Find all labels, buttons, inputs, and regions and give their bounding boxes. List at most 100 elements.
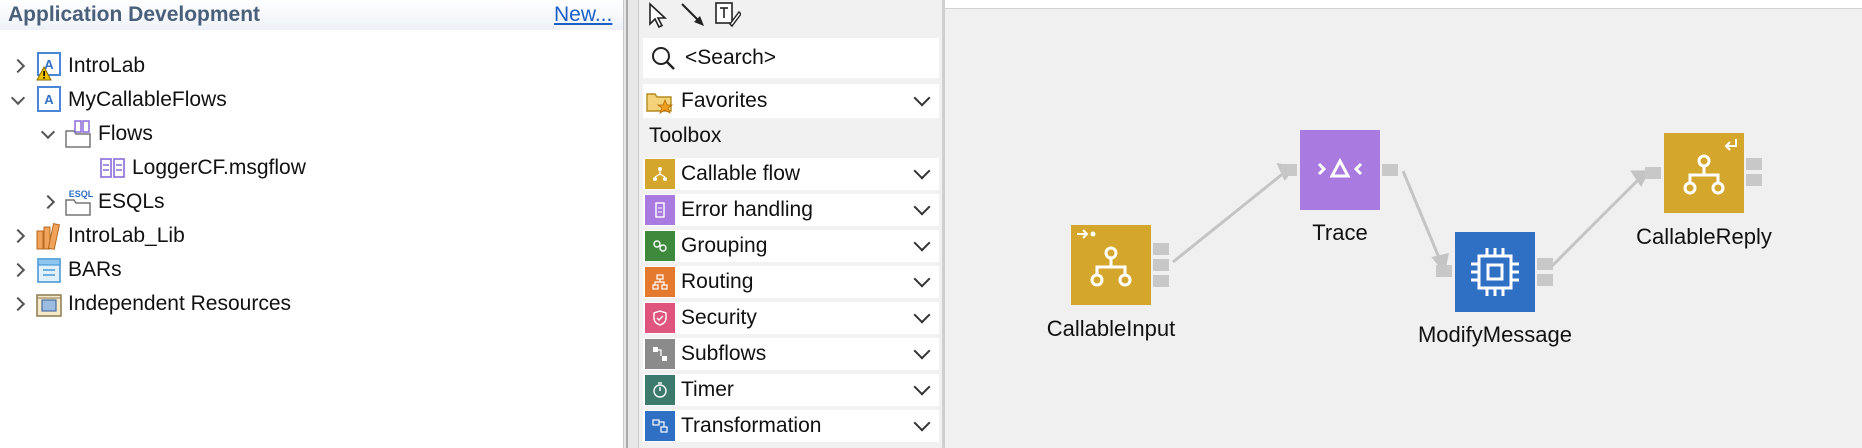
view-header: Application Development New... (0, 0, 623, 30)
palette-search[interactable]: <Search> (643, 38, 939, 78)
tree-item-bars[interactable]: BARs (10, 253, 122, 287)
output-terminal[interactable] (1746, 174, 1762, 186)
chevron-down-icon[interactable] (915, 203, 929, 217)
compute-chip-icon (1471, 248, 1519, 296)
chevron-down-icon[interactable] (915, 167, 929, 181)
node-label: CallableReply (1636, 224, 1772, 249)
drawer-label: Routing (681, 270, 754, 293)
chevron-down-icon[interactable] (915, 94, 929, 108)
drawer-security[interactable]: Security (643, 302, 939, 334)
input-terminal[interactable] (1645, 167, 1661, 179)
expand-chevron-icon[interactable] (10, 58, 26, 74)
select-tool-icon[interactable] (645, 0, 673, 30)
tree-item-label: BARs (68, 258, 122, 281)
search-input[interactable]: <Search> (685, 46, 776, 70)
node-trace[interactable] (1300, 130, 1380, 210)
trace-icon (1317, 157, 1363, 178)
tree-item-flows[interactable]: Flows (40, 117, 153, 151)
drawer-label: Callable flow (681, 162, 801, 185)
favorites-drawer[interactable]: Favorites (643, 84, 939, 118)
node-label: ModifyMessage (1417, 322, 1573, 347)
tree-item-introlab-lib[interactable]: IntroLab_Lib (10, 219, 185, 253)
routing-icon (645, 267, 675, 297)
esql-badge-text: ESQL (69, 189, 94, 199)
output-terminal[interactable] (1153, 275, 1169, 287)
tree-item-independent-resources[interactable]: Independent Resources (10, 287, 291, 321)
esql-folder-icon: ESQL (64, 187, 94, 217)
search-icon (649, 44, 677, 72)
node-label: Trace (1312, 220, 1368, 245)
output-terminal[interactable] (1382, 164, 1398, 176)
drawer-transformation[interactable]: Transformation (643, 410, 939, 442)
drawer-grouping[interactable]: Grouping (643, 230, 939, 262)
node-callableinput[interactable] (1071, 225, 1151, 305)
input-terminal[interactable] (1281, 164, 1297, 176)
connection-tool-icon[interactable] (679, 0, 707, 30)
chevron-down-icon[interactable] (915, 383, 929, 397)
bar-files-icon (34, 255, 64, 285)
connection-line (1550, 176, 1642, 268)
node-callablereply[interactable] (1664, 133, 1744, 213)
chevron-down-icon[interactable] (915, 239, 929, 253)
output-terminal[interactable] (1153, 259, 1169, 271)
expand-chevron-icon[interactable] (10, 296, 26, 312)
drawer-error-handling[interactable]: Error handling (643, 194, 939, 226)
node-modifymessage[interactable] (1455, 232, 1535, 312)
application-warning-icon: A (34, 51, 64, 81)
chevron-down-icon[interactable] (915, 311, 929, 325)
drawer-label: Subflows (681, 342, 767, 365)
tree-item-label: IntroLab (68, 54, 146, 77)
grouping-icon (645, 231, 675, 261)
output-terminal[interactable] (1746, 158, 1762, 170)
favorites-icon (645, 86, 675, 116)
drawer-routing[interactable]: Routing (643, 266, 939, 298)
output-terminal[interactable] (1537, 258, 1553, 270)
tree-item-label: MyCallableFlows (68, 88, 227, 111)
tree-item-loggercf-msgflow[interactable]: LoggerCF.msgflow (80, 151, 306, 185)
collapse-chevron-icon[interactable] (40, 126, 56, 142)
callable-flow-icon (645, 159, 675, 189)
palette-toolbar (645, 0, 742, 30)
drawer-label: Grouping (681, 234, 768, 257)
expand-chevron-icon[interactable] (10, 228, 26, 244)
output-terminal[interactable] (1153, 243, 1169, 255)
tree-item-label: Flows (98, 122, 153, 145)
security-shield-icon (645, 303, 675, 333)
note-tool-icon[interactable] (713, 0, 742, 30)
chevron-down-icon[interactable] (915, 347, 929, 361)
tree-item-introlab[interactable]: A IntroLab (10, 49, 145, 83)
tree-item-label: Independent Resources (68, 292, 291, 315)
drawer-label: Security (681, 306, 757, 329)
view-splitter[interactable] (623, 0, 639, 448)
input-terminal[interactable] (1436, 265, 1452, 277)
expand-chevron-icon[interactable] (40, 194, 56, 210)
drawer-subflows[interactable]: Subflows (643, 338, 939, 370)
flow-editor-canvas[interactable]: CallableInput Trace ModifyMessage Callab… (945, 0, 1862, 448)
expand-chevron-icon[interactable] (10, 262, 26, 278)
drawer-label: Timer (681, 378, 734, 401)
toolbox-heading: Toolbox (649, 124, 722, 147)
library-icon (34, 221, 64, 251)
subflows-icon (645, 339, 675, 369)
palette-panel: <Search> Favorites Toolbox Callable flow… (639, 0, 945, 448)
drawer-timer[interactable]: Timer (643, 374, 939, 406)
drawer-label: Favorites (681, 89, 768, 112)
output-terminal[interactable] (1537, 274, 1553, 286)
new-link[interactable]: New... (554, 3, 612, 27)
tree-item-mycallableflows[interactable]: A MyCallableFlows (10, 83, 227, 117)
drawer-label: Error handling (681, 198, 813, 221)
flows-folder-icon (64, 119, 94, 149)
connection-line (1401, 170, 1442, 261)
drawer-label: Transformation (681, 414, 822, 437)
application-icon: A (34, 85, 64, 115)
tree-item-esqls[interactable]: ESQL ESQLs (40, 185, 165, 219)
chevron-down-icon[interactable] (915, 275, 929, 289)
application-development-view: Application Development New... A IntroLa… (0, 0, 623, 448)
tree-item-label: IntroLab_Lib (68, 224, 185, 247)
drawer-callable-flow[interactable]: Callable flow (643, 158, 939, 190)
collapse-chevron-icon[interactable] (10, 92, 26, 108)
chevron-down-icon[interactable] (915, 419, 929, 433)
tree-item-label: ESQLs (98, 190, 165, 213)
tree-item-label: LoggerCF.msgflow (132, 156, 306, 179)
